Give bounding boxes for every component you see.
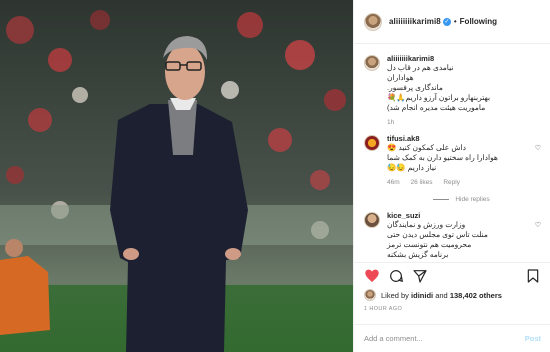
comment-line: وزارت ورزش و نمایندگان: [387, 220, 466, 229]
post-header: aliiiiiiikarimi8 ✓ • Following: [354, 0, 550, 44]
caption-line: بهتربنهارو براتون آرزو داریم🙏💐: [387, 93, 491, 102]
comment-time: 46m: [387, 179, 400, 186]
caption-username[interactable]: aliiiiiiikarimi8: [387, 54, 541, 63]
caption-line: ماموریت هیئت مدیره انجام شد): [387, 103, 486, 112]
likes-and-label: and: [435, 290, 448, 300]
comment-list: aliiiiiiikarimi8 نیامدی هم در قاب دل هوا…: [354, 44, 550, 262]
comment-line: هوادارا راه سختیو دارن به کمک شما: [387, 153, 498, 162]
username-link[interactable]: aliiiiiiikarimi8: [389, 17, 441, 26]
post-timestamp: 1 HOUR AGO: [364, 306, 403, 312]
share-icon[interactable]: [412, 268, 428, 284]
post-side-panel: aliiiiiiikarimi8 ✓ • Following aliiiiiii…: [353, 0, 550, 352]
reply-button[interactable]: Reply: [443, 179, 460, 186]
caption-line: نیامدی هم در قاب دل: [387, 63, 454, 72]
avatar[interactable]: [364, 12, 382, 31]
caption: aliiiiiiikarimi8 نیامدی هم در قاب دل هوا…: [364, 54, 541, 126]
hide-replies-button[interactable]: Hide replies: [382, 196, 541, 203]
liked-by-user[interactable]: idinidi: [411, 291, 433, 300]
heart-outline-icon[interactable]: ♡: [535, 144, 541, 152]
comment-line: منلت تاس توی مجلس دیدن حتی: [387, 230, 488, 239]
comment-username[interactable]: tifusi.ak8: [387, 134, 529, 143]
comment-line: محرومیت هم نتونست ترمز: [387, 240, 472, 249]
comment-input[interactable]: Add a comment...: [364, 334, 525, 343]
likes-summary: Liked by idinidi and 138,402 others: [364, 289, 541, 301]
heart-filled-icon[interactable]: [364, 268, 380, 284]
likes-count[interactable]: 138,402 others: [450, 291, 502, 300]
avatar[interactable]: [364, 55, 380, 71]
comment-line: برنامه گزیش بشکنه: [387, 250, 449, 259]
verified-badge-icon: ✓: [442, 17, 451, 26]
comment-item: kice_suzi وزارت ورزش و نمایندگان منلت تا…: [364, 211, 541, 260]
comment-icon[interactable]: [388, 268, 404, 284]
caption-line: ماندگاری پرفسور.: [387, 83, 443, 92]
heart-outline-icon[interactable]: ♡: [535, 221, 541, 229]
add-comment-bar: Add a comment... Post: [354, 324, 550, 352]
separator-dot: •: [453, 17, 457, 26]
following-button[interactable]: Following: [460, 17, 497, 26]
caption-line: هواداران: [387, 73, 414, 82]
bookmark-icon[interactable]: [525, 268, 541, 284]
post-button[interactable]: Post: [525, 334, 541, 343]
comment-likes[interactable]: 26 likes: [410, 179, 432, 186]
comment-username[interactable]: kice_suzi: [387, 211, 529, 220]
post-photo[interactable]: [0, 0, 353, 352]
avatar[interactable]: [364, 135, 380, 151]
comment-line: نیاز داریم 😓😓: [387, 163, 437, 172]
comment-line: داش علی کمکون کنید 😍: [387, 143, 466, 152]
liked-by-label: Liked by: [381, 290, 409, 300]
avatar[interactable]: [364, 289, 376, 301]
avatar[interactable]: [364, 212, 380, 228]
coach-photo: [0, 0, 353, 352]
instagram-post: aliiiiiiikarimi8 ✓ • Following aliiiiiii…: [0, 0, 550, 352]
comment-item: tifusi.ak8 داش علی کمکون کنید 😍 هوادارا …: [364, 134, 541, 186]
caption-time: 1h: [387, 119, 395, 126]
